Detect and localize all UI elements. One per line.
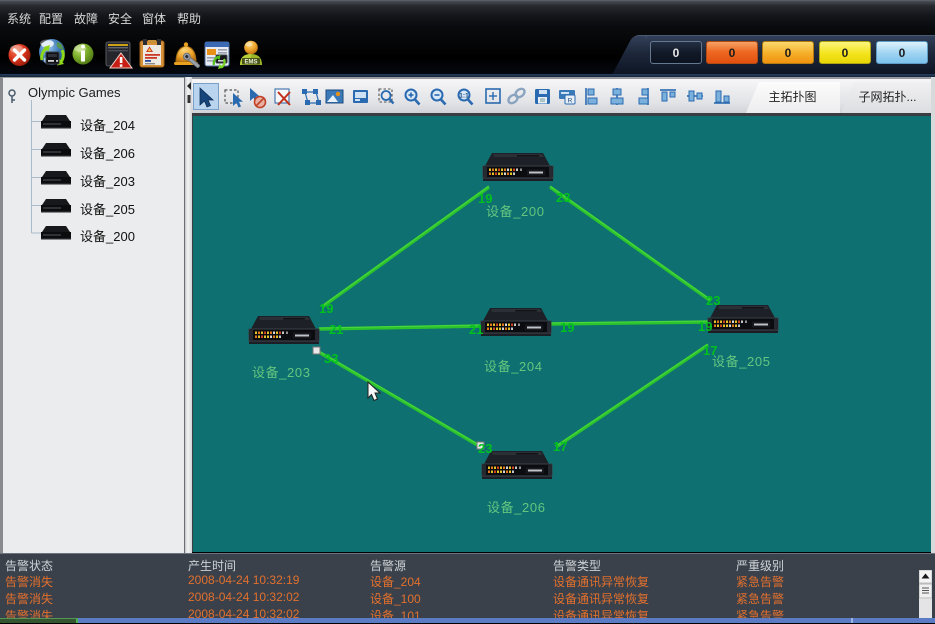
svg-text:EMS: EMS [244, 60, 257, 66]
svg-text:设备_204: 设备_204 [484, 359, 543, 374]
svg-text:21: 21 [469, 322, 483, 337]
svg-text:设备_206: 设备_206 [487, 500, 546, 515]
svg-text:17: 17 [553, 439, 567, 454]
svg-text:R: R [568, 98, 573, 105]
svg-text:23: 23 [556, 190, 570, 205]
svg-text:23: 23 [478, 441, 492, 456]
svg-text:19: 19 [560, 320, 574, 335]
svg-text:19: 19 [698, 319, 712, 334]
svg-text:设备_205: 设备_205 [712, 354, 771, 369]
svg-text:21: 21 [329, 322, 343, 337]
svg-text:23: 23 [706, 293, 720, 308]
svg-text:1:1: 1:1 [459, 93, 469, 100]
svg-text:33: 33 [324, 351, 338, 366]
svg-text:19: 19 [319, 301, 333, 316]
svg-text:设备_200: 设备_200 [486, 204, 545, 219]
svg-text:设备_203: 设备_203 [252, 365, 311, 380]
